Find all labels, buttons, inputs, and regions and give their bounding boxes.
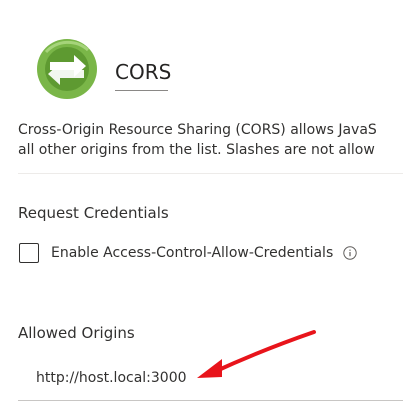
allow-credentials-label[interactable]: Enable Access-Control-Allow-Credentials xyxy=(51,245,333,261)
cors-logo-icon xyxy=(36,38,98,100)
cors-description: Cross-Origin Resource Sharing (CORS) all… xyxy=(18,120,403,160)
allow-credentials-checkbox[interactable] xyxy=(19,243,39,263)
info-icon[interactable] xyxy=(343,246,357,260)
description-line-1: Cross-Origin Resource Sharing (CORS) all… xyxy=(18,122,377,138)
credentials-checkbox-row[interactable]: Enable Access-Control-Allow-Credentials xyxy=(19,242,357,264)
request-credentials-heading: Request Credentials xyxy=(18,204,169,222)
section-divider xyxy=(18,173,403,174)
allowed-origins-heading: Allowed Origins xyxy=(18,324,135,342)
allowed-origin-row[interactable] xyxy=(18,366,403,401)
page-title: CORS xyxy=(115,60,172,84)
description-line-2: all other origins from the list. Slashes… xyxy=(18,142,375,158)
allowed-origin-input[interactable] xyxy=(36,370,336,386)
title-underline xyxy=(115,90,168,91)
